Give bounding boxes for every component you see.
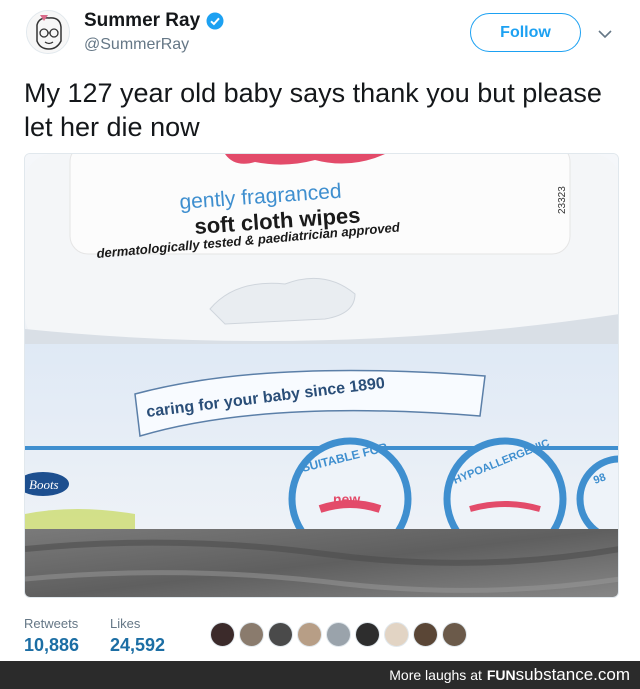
follow-button[interactable]: Follow (470, 13, 581, 52)
liker-avatar[interactable] (239, 622, 264, 647)
retweets-stat[interactable]: Retweets 10,886 (24, 616, 79, 656)
footer-brand-rest: substance.com (515, 665, 630, 684)
liker-avatar[interactable] (268, 622, 293, 647)
retweets-label: Retweets (24, 616, 79, 631)
liker-avatar[interactable] (355, 622, 380, 647)
user-handle[interactable]: @SummerRay (84, 36, 189, 54)
badge-new: new (333, 491, 360, 507)
liker-avatar[interactable] (326, 622, 351, 647)
liker-avatar[interactable] (297, 622, 322, 647)
liker-avatar[interactable] (210, 622, 235, 647)
verified-badge-icon (206, 12, 224, 30)
tweet-photo[interactable]: gently fragranced soft cloth wipes derma… (24, 153, 619, 598)
liker-avatar[interactable] (442, 622, 467, 647)
likes-count: 24,592 (110, 635, 166, 655)
footer-brand[interactable]: FUNsubstance.com (487, 665, 630, 685)
package-brand: Boots (29, 477, 59, 492)
liker-avatars (210, 622, 467, 647)
footer-brand-bold: FUN (486, 667, 516, 683)
tweet-text: My 127 year old baby says thank you but … (24, 78, 602, 142)
footer-text: More laughs at (389, 667, 482, 683)
tweet-header: Summer Ray @SummerRay Follow (0, 0, 640, 70)
likes-label: Likes (110, 616, 141, 631)
watermark-footer: More laughs at FUNsubstance.com (0, 661, 640, 689)
liker-avatar[interactable] (413, 622, 438, 647)
display-name[interactable]: Summer Ray (84, 10, 200, 32)
liker-avatar[interactable] (384, 622, 409, 647)
name-row: Summer Ray (84, 10, 224, 32)
chevron-down-icon[interactable] (598, 26, 612, 39)
package-code: 23323 (557, 186, 568, 214)
retweets-count: 10,886 (24, 635, 80, 655)
avatar[interactable] (26, 10, 70, 54)
likes-stat[interactable]: Likes 24,592 (110, 616, 165, 656)
